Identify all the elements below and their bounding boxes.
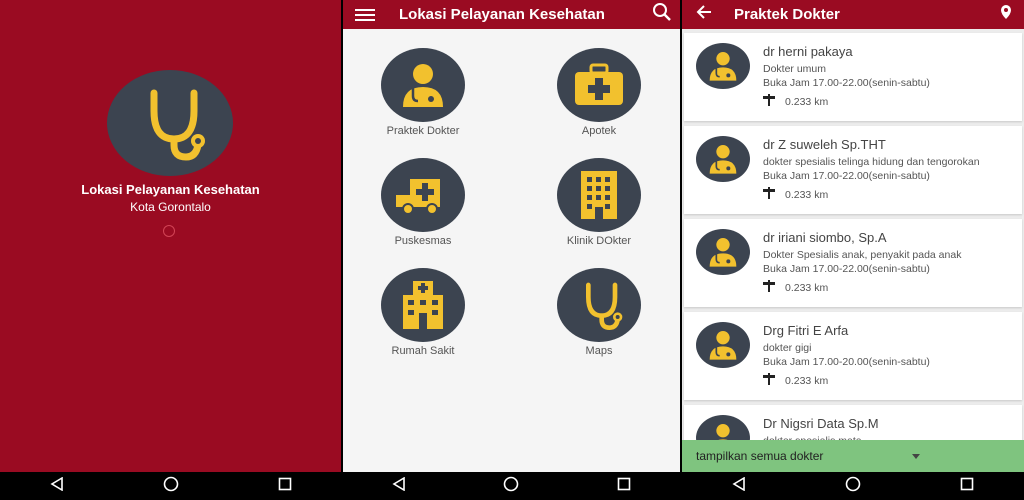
nav-back-button[interactable] (49, 476, 64, 496)
nav-home-button[interactable] (503, 476, 519, 497)
system-nav-bar (343, 472, 680, 500)
show-all-label: tampilkan semua dokter (696, 449, 824, 463)
tile-label: Praktek Dokter (386, 125, 460, 137)
back-arrow-icon[interactable] (696, 5, 712, 24)
opening-hours: Buka Jam 17.00-22.00(senin-sabtu) (763, 263, 930, 275)
location-pin-icon[interactable] (1000, 4, 1012, 25)
stethoscope-icon (107, 70, 233, 176)
doctor-list-screen: Praktek Dokter dr herni pakaya Dokter um… (682, 0, 1024, 500)
list-item[interactable]: dr herni pakaya Dokter umum Buka Jam 17.… (684, 33, 1022, 121)
menu-icon[interactable] (355, 8, 375, 21)
doctor-icon (696, 322, 750, 368)
hospital-icon (381, 268, 465, 342)
distance: 0.233 km (763, 94, 828, 109)
list-item[interactable]: Drg Fitri E Arfa dokter gigi Buka Jam 17… (684, 312, 1022, 400)
distance-value: 0.233 km (785, 188, 829, 201)
distance: 0.233 km (763, 187, 828, 202)
splash-screen: Lokasi Pelayanan Kesehatan Kota Gorontal… (0, 0, 341, 500)
tile-label: Rumah Sakit (391, 345, 455, 357)
signpost-icon (763, 373, 775, 388)
doctor-name: dr Z suweleh Sp.THT (763, 137, 886, 152)
doctor-icon (381, 48, 465, 122)
doctor-icon (696, 136, 750, 182)
tile-maps[interactable]: Maps (534, 268, 664, 357)
show-all-doctors-dropdown[interactable]: tampilkan semua dokter (682, 440, 1024, 472)
app-bar: Praktek Dokter (682, 0, 1024, 29)
first-aid-kit-icon (557, 48, 641, 122)
doctor-name: Dr Nigsri Data Sp.M (763, 416, 879, 431)
ambulance-icon (381, 158, 465, 232)
doctor-specialty: Dokter Spesialis anak, penyakit pada ana… (763, 249, 962, 261)
distance: 0.233 km (763, 373, 828, 388)
distance: 0.233 km (763, 280, 828, 295)
signpost-icon (763, 187, 775, 202)
nav-recent-button[interactable] (960, 477, 974, 496)
doctor-name: dr iriani siombo, Sp.A (763, 230, 887, 245)
tile-label: Apotek (581, 125, 617, 137)
tile-label: Klinik DOkter (566, 235, 632, 247)
doctor-list: dr herni pakaya Dokter umum Buka Jam 17.… (684, 33, 1022, 498)
splash-subtitle: Kota Gorontalo (130, 200, 211, 214)
tile-rumah-sakit[interactable]: Rumah Sakit (358, 268, 488, 357)
doctor-specialty: dokter gigi (763, 342, 812, 354)
loading-spinner (163, 225, 175, 237)
tile-klinik-dokter[interactable]: Klinik DOkter (534, 158, 664, 247)
opening-hours: Buka Jam 17.00-22.00(senin-sabtu) (763, 77, 930, 89)
tile-praktek-dokter[interactable]: Praktek Dokter (358, 48, 488, 137)
chevron-down-icon (912, 453, 920, 459)
splash-title: Lokasi Pelayanan Kesehatan (81, 182, 260, 197)
app-bar: Lokasi Pelayanan Kesehatan (343, 0, 680, 29)
list-item[interactable]: dr iriani siombo, Sp.A Dokter Spesialis … (684, 219, 1022, 307)
page-title: Praktek Dokter (734, 6, 840, 23)
tile-puskesmas[interactable]: Puskesmas (358, 158, 488, 247)
nav-recent-button[interactable] (617, 477, 631, 496)
page-title: Lokasi Pelayanan Kesehatan (399, 6, 605, 23)
home-screen: Lokasi Pelayanan Kesehatan Praktek Dokte… (343, 0, 680, 500)
screens-container: Lokasi Pelayanan Kesehatan Kota Gorontal… (0, 0, 1024, 500)
tile-label: Puskesmas (394, 235, 452, 247)
nav-home-button[interactable] (845, 476, 861, 497)
stethoscope-icon (557, 268, 641, 342)
tile-label: Maps (585, 345, 613, 357)
nav-home-button[interactable] (163, 476, 179, 497)
doctor-specialty: dokter spesialis telinga hidung dan teng… (763, 156, 980, 168)
doctor-icon (696, 43, 750, 89)
signpost-icon (763, 94, 775, 109)
doctor-name: Drg Fitri E Arfa (763, 323, 849, 338)
system-nav-bar (682, 472, 1024, 500)
nav-back-button[interactable] (392, 476, 406, 496)
tile-apotek[interactable]: Apotek (534, 48, 664, 137)
building-icon (557, 158, 641, 232)
list-item[interactable]: dr Z suweleh Sp.THT dokter spesialis tel… (684, 126, 1022, 214)
nav-back-button[interactable] (732, 476, 746, 496)
nav-recent-button[interactable] (278, 477, 292, 496)
doctor-specialty: Dokter umum (763, 63, 827, 75)
distance-value: 0.233 km (785, 374, 829, 387)
search-icon[interactable] (652, 2, 672, 27)
system-nav-bar (0, 472, 341, 500)
doctor-name: dr herni pakaya (763, 44, 853, 59)
opening-hours: Buka Jam 17.00-22.00(senin-sabtu) (763, 170, 930, 182)
doctor-icon (696, 229, 750, 275)
signpost-icon (763, 280, 775, 295)
opening-hours: Buka Jam 17.00-20.00(senin-sabtu) (763, 356, 930, 368)
distance-value: 0.233 km (785, 95, 829, 108)
distance-value: 0.233 km (785, 281, 829, 294)
